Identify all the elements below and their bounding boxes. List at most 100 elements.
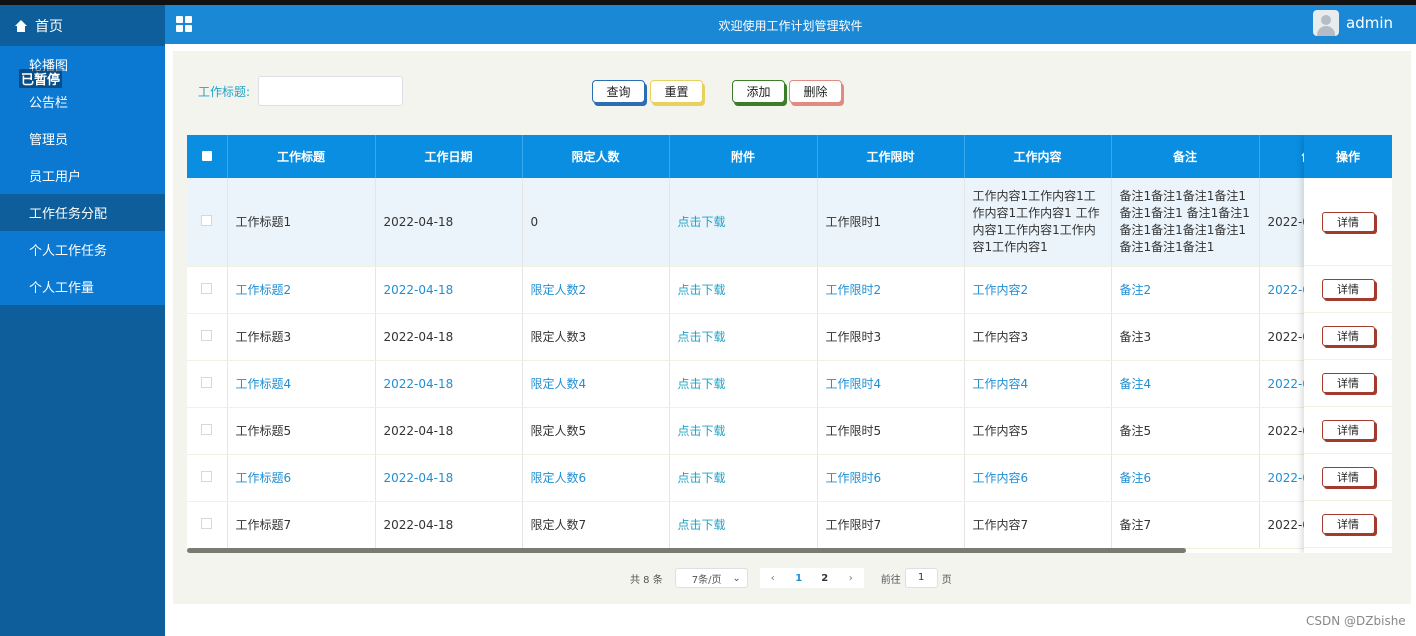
next-page-button[interactable]: › — [838, 568, 864, 588]
page-number[interactable]: 2 — [812, 568, 838, 588]
row-select-cell[interactable] — [187, 266, 228, 314]
sidebar-item-task-assign[interactable]: 工作任务分配 — [0, 194, 165, 231]
search-button[interactable]: 查询 — [592, 80, 645, 103]
column-header[interactable]: 限定人数 — [522, 135, 670, 178]
row-checkbox[interactable] — [201, 423, 213, 435]
column-header[interactable]: 工作限时 — [817, 135, 965, 178]
download-link[interactable]: 点击下载 — [669, 501, 818, 549]
page-size-value: 7条/页 — [691, 574, 722, 586]
prev-page-button[interactable]: ‹ — [760, 568, 786, 588]
cell-timelimit: 工作限时4 — [817, 360, 965, 408]
actions-cell: 详情 — [1304, 501, 1392, 548]
goto-label: 前往 — [880, 574, 901, 586]
cell-remark: 备注3 — [1111, 313, 1260, 361]
cell-remark: 备注5 — [1111, 407, 1260, 455]
row-select-cell[interactable] — [187, 454, 228, 502]
username[interactable]: admin — [1346, 14, 1393, 32]
row-select-cell[interactable] — [187, 313, 228, 361]
row-checkbox[interactable] — [201, 214, 213, 226]
add-button[interactable]: 添加 — [732, 80, 785, 103]
cell-content: 工作内容4 — [964, 360, 1112, 408]
download-link[interactable]: 点击下载 — [669, 266, 818, 314]
actions-cell: 详情 — [1304, 360, 1392, 407]
chevron-down-icon: ⌄ — [732, 572, 741, 584]
cell-timelimit: 工作限时5 — [817, 407, 965, 455]
cell-limit: 限定人数4 — [522, 360, 670, 408]
sidebar-home[interactable]: 首页 — [0, 5, 165, 46]
select-all-checkbox[interactable] — [201, 150, 212, 161]
download-link[interactable]: 点击下载 — [669, 407, 818, 455]
row-checkbox[interactable] — [201, 470, 213, 482]
page-title: 欢迎使用工作计划管理软件 — [718, 19, 863, 33]
column-header[interactable]: 工作标题 — [227, 135, 376, 178]
actions-cell: 详情 — [1304, 313, 1392, 360]
reset-button[interactable]: 重置 — [650, 80, 703, 103]
table-row[interactable]: 工作标题6 2022-04-18 限定人数6 点击下载 工作限时6 工作内容6 … — [187, 454, 1392, 502]
detail-button[interactable]: 详情 — [1321, 420, 1375, 440]
sidebar-item-label: 个人工作量 — [29, 281, 95, 296]
row-checkbox[interactable] — [201, 517, 213, 529]
sidebar-item-label: 员工用户 — [29, 170, 82, 185]
detail-button[interactable]: 详情 — [1321, 514, 1375, 534]
cell-content: 工作内容7 — [964, 501, 1112, 549]
column-header[interactable]: 工作日期 — [375, 135, 523, 178]
download-link[interactable]: 点击下载 — [669, 454, 818, 502]
row-checkbox[interactable] — [201, 376, 213, 388]
row-select-cell[interactable] — [187, 501, 228, 549]
page-number[interactable]: 1 — [786, 568, 812, 588]
table-row[interactable]: 工作标题7 2022-04-18 限定人数7 点击下载 工作限时7 工作内容7 … — [187, 501, 1392, 549]
actions-cell: 详情 — [1304, 178, 1392, 266]
row-checkbox[interactable] — [201, 282, 213, 294]
table-row[interactable]: 工作标题3 2022-04-18 限定人数3 点击下载 工作限时3 工作内容3 … — [187, 313, 1392, 361]
cell-limit: 限定人数2 — [522, 266, 670, 314]
cell-content: 工作内容1工作内容1工作内容1工作内容1 工作内容1工作内容1工作内容1工作内容… — [964, 178, 1112, 267]
table-row[interactable]: 工作标题4 2022-04-18 限定人数4 点击下载 工作限时4 工作内容4 … — [187, 360, 1392, 408]
cell-date: 2022-04-18 — [375, 313, 523, 361]
pagination-total: 共 8 条 — [630, 574, 663, 586]
detail-button[interactable]: 详情 — [1321, 211, 1375, 232]
search-input[interactable] — [258, 76, 404, 106]
row-select-cell[interactable] — [187, 407, 228, 455]
column-header[interactable]: 备注 — [1111, 135, 1260, 178]
delete-button[interactable]: 删除 — [789, 80, 842, 103]
video-paused-overlay: 已暂停 — [19, 69, 63, 88]
pagination: 共 8 条 7条/页 ⌄ ‹ 1 2 › 前往 1 页 — [630, 568, 952, 588]
table-row[interactable]: 工作标题1 2022-04-18 0 点击下载 工作限时1 工作内容1工作内容1… — [187, 178, 1392, 267]
download-link[interactable]: 点击下载 — [669, 360, 818, 408]
sidebar-item-employee[interactable]: 员工用户 — [0, 157, 165, 194]
sidebar-item-my-workload[interactable]: 个人工作量 — [0, 268, 165, 305]
table-row[interactable]: 工作标题5 2022-04-18 限定人数5 点击下载 工作限时5 工作内容5 … — [187, 407, 1392, 455]
row-select-cell[interactable] — [187, 178, 228, 267]
avatar[interactable] — [1313, 10, 1339, 36]
cell-limit: 限定人数7 — [522, 501, 670, 549]
cell-remark: 备注6 — [1111, 454, 1260, 502]
row-checkbox[interactable] — [201, 329, 213, 341]
horizontal-scrollbar[interactable] — [187, 548, 1186, 553]
sidebar-item-my-tasks[interactable]: 个人工作任务 — [0, 231, 165, 268]
column-header[interactable]: 附件 — [669, 135, 818, 178]
download-link[interactable]: 点击下载 — [669, 313, 818, 361]
cell-timelimit: 工作限时2 — [817, 266, 965, 314]
cell-remark: 备注4 — [1111, 360, 1260, 408]
page-size-select[interactable]: 7条/页 ⌄ — [674, 568, 748, 588]
cell-date: 2022-04-18 — [375, 266, 523, 314]
select-all-header[interactable] — [187, 135, 228, 178]
detail-button[interactable]: 详情 — [1321, 373, 1375, 393]
sidebar-item-notice[interactable]: 公告栏 — [0, 83, 165, 120]
column-header[interactable]: 工作内容 — [964, 135, 1112, 178]
download-link[interactable]: 点击下载 — [669, 178, 818, 267]
goto-page-input[interactable]: 1 — [904, 568, 938, 588]
cell-remark: 备注7 — [1111, 501, 1260, 549]
actions-cell: 详情 — [1304, 266, 1392, 313]
detail-button[interactable]: 详情 — [1321, 326, 1375, 346]
detail-button[interactable]: 详情 — [1321, 467, 1375, 487]
cell-timelimit: 工作限时3 — [817, 313, 965, 361]
column-header-actions: 操作 — [1304, 135, 1392, 178]
cell-content: 工作内容3 — [964, 313, 1112, 361]
table-row[interactable]: 工作标题2 2022-04-18 限定人数2 点击下载 工作限时2 工作内容2 … — [187, 266, 1392, 314]
cell-date: 2022-04-18 — [375, 178, 523, 267]
cell-title: 工作标题4 — [227, 360, 376, 408]
row-select-cell[interactable] — [187, 360, 228, 408]
sidebar-item-admin[interactable]: 管理员 — [0, 120, 165, 157]
detail-button[interactable]: 详情 — [1321, 279, 1375, 299]
